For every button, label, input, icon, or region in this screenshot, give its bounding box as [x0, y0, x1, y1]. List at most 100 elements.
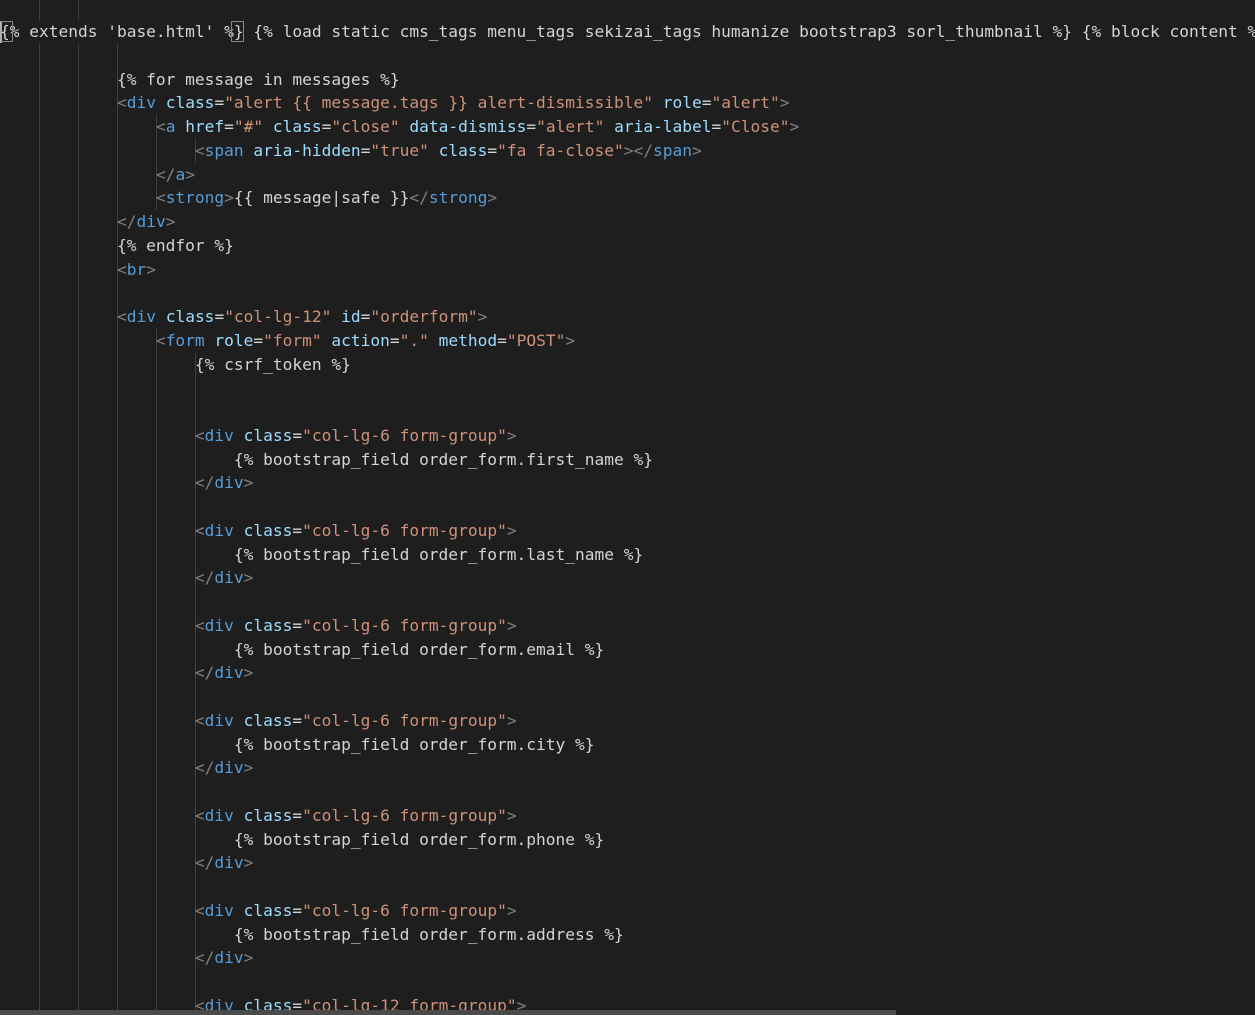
code-line[interactable]: </div>	[0, 946, 254, 969]
code-token: "close"	[331, 117, 400, 136]
code-token: </	[194, 473, 215, 493]
code-line[interactable]: </div>	[0, 471, 254, 494]
code-token: class	[272, 117, 322, 136]
code-token: >	[692, 140, 702, 160]
code-token: "alert {{ message.tags }} alert-dismissi…	[224, 93, 653, 113]
code-token: action	[331, 330, 390, 350]
indent-guide	[38, 0, 40, 20]
code-line[interactable]: <div class="col-lg-6 form-group">	[0, 899, 517, 922]
code-token: =	[292, 710, 303, 730]
code-line[interactable]: {% bootstrap_field order_form.phone %}	[0, 828, 604, 851]
code-token: "alert"	[711, 93, 780, 113]
code-line[interactable]: <div class="col-lg-6 form-group">	[0, 709, 517, 732]
code-line[interactable]: </div>	[0, 210, 176, 233]
code-token: div	[126, 307, 156, 326]
code-token: =	[253, 330, 264, 350]
code-token: >	[506, 615, 517, 635]
code-line[interactable]: </div>	[0, 661, 254, 684]
code-line[interactable]: <div class="alert {{ message.tags }} ale…	[0, 91, 790, 114]
code-token: >	[506, 805, 517, 825]
code-line[interactable]: {% endfor %}	[0, 234, 234, 257]
code-editor[interactable]: {% extends 'base.html' %} {% load static…	[0, 0, 1255, 1015]
code-token: data-dismiss	[409, 117, 527, 136]
code-line[interactable]: <div class="col-lg-6 form-group">	[0, 519, 517, 542]
code-token: =	[360, 307, 371, 326]
code-token: "col-lg-12"	[224, 307, 332, 326]
code-line[interactable]: <div class="col-lg-6 form-group">	[0, 424, 517, 447]
code-token: span	[204, 140, 244, 160]
code-line[interactable]: <div class="col-lg-12" id="orderform">	[0, 305, 487, 328]
code-line[interactable]: <div class="col-lg-6 form-group">	[0, 804, 517, 827]
code-token: a	[165, 117, 176, 136]
code-token: =	[497, 330, 507, 350]
code-token: div	[214, 568, 244, 588]
code-token: >	[565, 330, 576, 350]
code-token: class	[165, 307, 215, 326]
code-line[interactable]: {% bootstrap_field order_form.first_name…	[0, 448, 653, 471]
code-token: "form"	[263, 330, 322, 350]
code-token: <	[155, 330, 166, 350]
code-token: div	[204, 520, 234, 540]
code-token: >	[789, 117, 800, 136]
code-line[interactable]: {% csrf_token %}	[0, 353, 351, 376]
code-token: div	[204, 805, 234, 825]
code-line[interactable]: {% for message in messages %}	[0, 68, 400, 91]
code-token: div	[204, 900, 234, 920]
code-line[interactable]: <strong>{{ message|safe }}</strong>	[0, 186, 497, 209]
code-token: =	[711, 117, 722, 136]
code-token: >	[487, 188, 498, 208]
code-line[interactable]: </div>	[0, 566, 254, 589]
code-line[interactable]: {% extends 'base.html' %} {% load static…	[0, 20, 1255, 43]
code-token: >	[779, 93, 790, 113]
code-line[interactable]: {% bootstrap_field order_form.city %}	[0, 733, 595, 756]
code-token: <	[194, 710, 205, 730]
code-token: "col-lg-6 form-group"	[302, 710, 507, 730]
code-token: {% bootstrap_field order_form.last_name …	[0, 544, 644, 564]
code-line[interactable]: </div>	[0, 756, 254, 779]
code-line[interactable]: </div>	[0, 851, 254, 874]
code-token: "col-lg-6 form-group"	[302, 425, 507, 445]
code-token: <	[116, 93, 127, 113]
code-line[interactable]: <a href="#" class="close" data-dismiss="…	[0, 115, 799, 138]
code-token: div	[126, 93, 156, 113]
code-token: {% bootstrap_field order_form.phone %}	[0, 829, 605, 849]
code-token: a	[175, 164, 186, 184]
code-token: div	[214, 853, 244, 873]
code-token: =	[321, 117, 332, 136]
code-token: role	[214, 330, 254, 350]
code-line[interactable]: {% bootstrap_field order_form.last_name …	[0, 543, 643, 566]
code-line[interactable]: {% bootstrap_field order_form.email %}	[0, 638, 604, 661]
code-line[interactable]: <br>	[0, 258, 156, 281]
code-token: >	[224, 188, 234, 208]
code-token: class	[243, 425, 293, 445]
code-line[interactable]: <form role="form" action="." method="POS…	[0, 329, 575, 352]
bracket-match-highlight-end	[231, 21, 244, 42]
code-line[interactable]: <div class="col-lg-6 form-group">	[0, 614, 517, 637]
code-token: =	[214, 307, 225, 326]
code-line[interactable]: {% bootstrap_field order_form.address %}	[0, 923, 624, 946]
code-token: "col-lg-6 form-group"	[302, 615, 507, 635]
code-token: "POST"	[506, 330, 566, 350]
code-token: "Close"	[721, 117, 790, 136]
code-line[interactable]: <span aria-hidden="true" class="fa fa-cl…	[0, 139, 702, 162]
code-token: "col-lg-6 form-group"	[302, 900, 507, 920]
horizontal-scrollbar[interactable]	[0, 1010, 896, 1015]
code-token: =	[292, 615, 303, 635]
code-line[interactable]: </a>	[0, 163, 195, 186]
